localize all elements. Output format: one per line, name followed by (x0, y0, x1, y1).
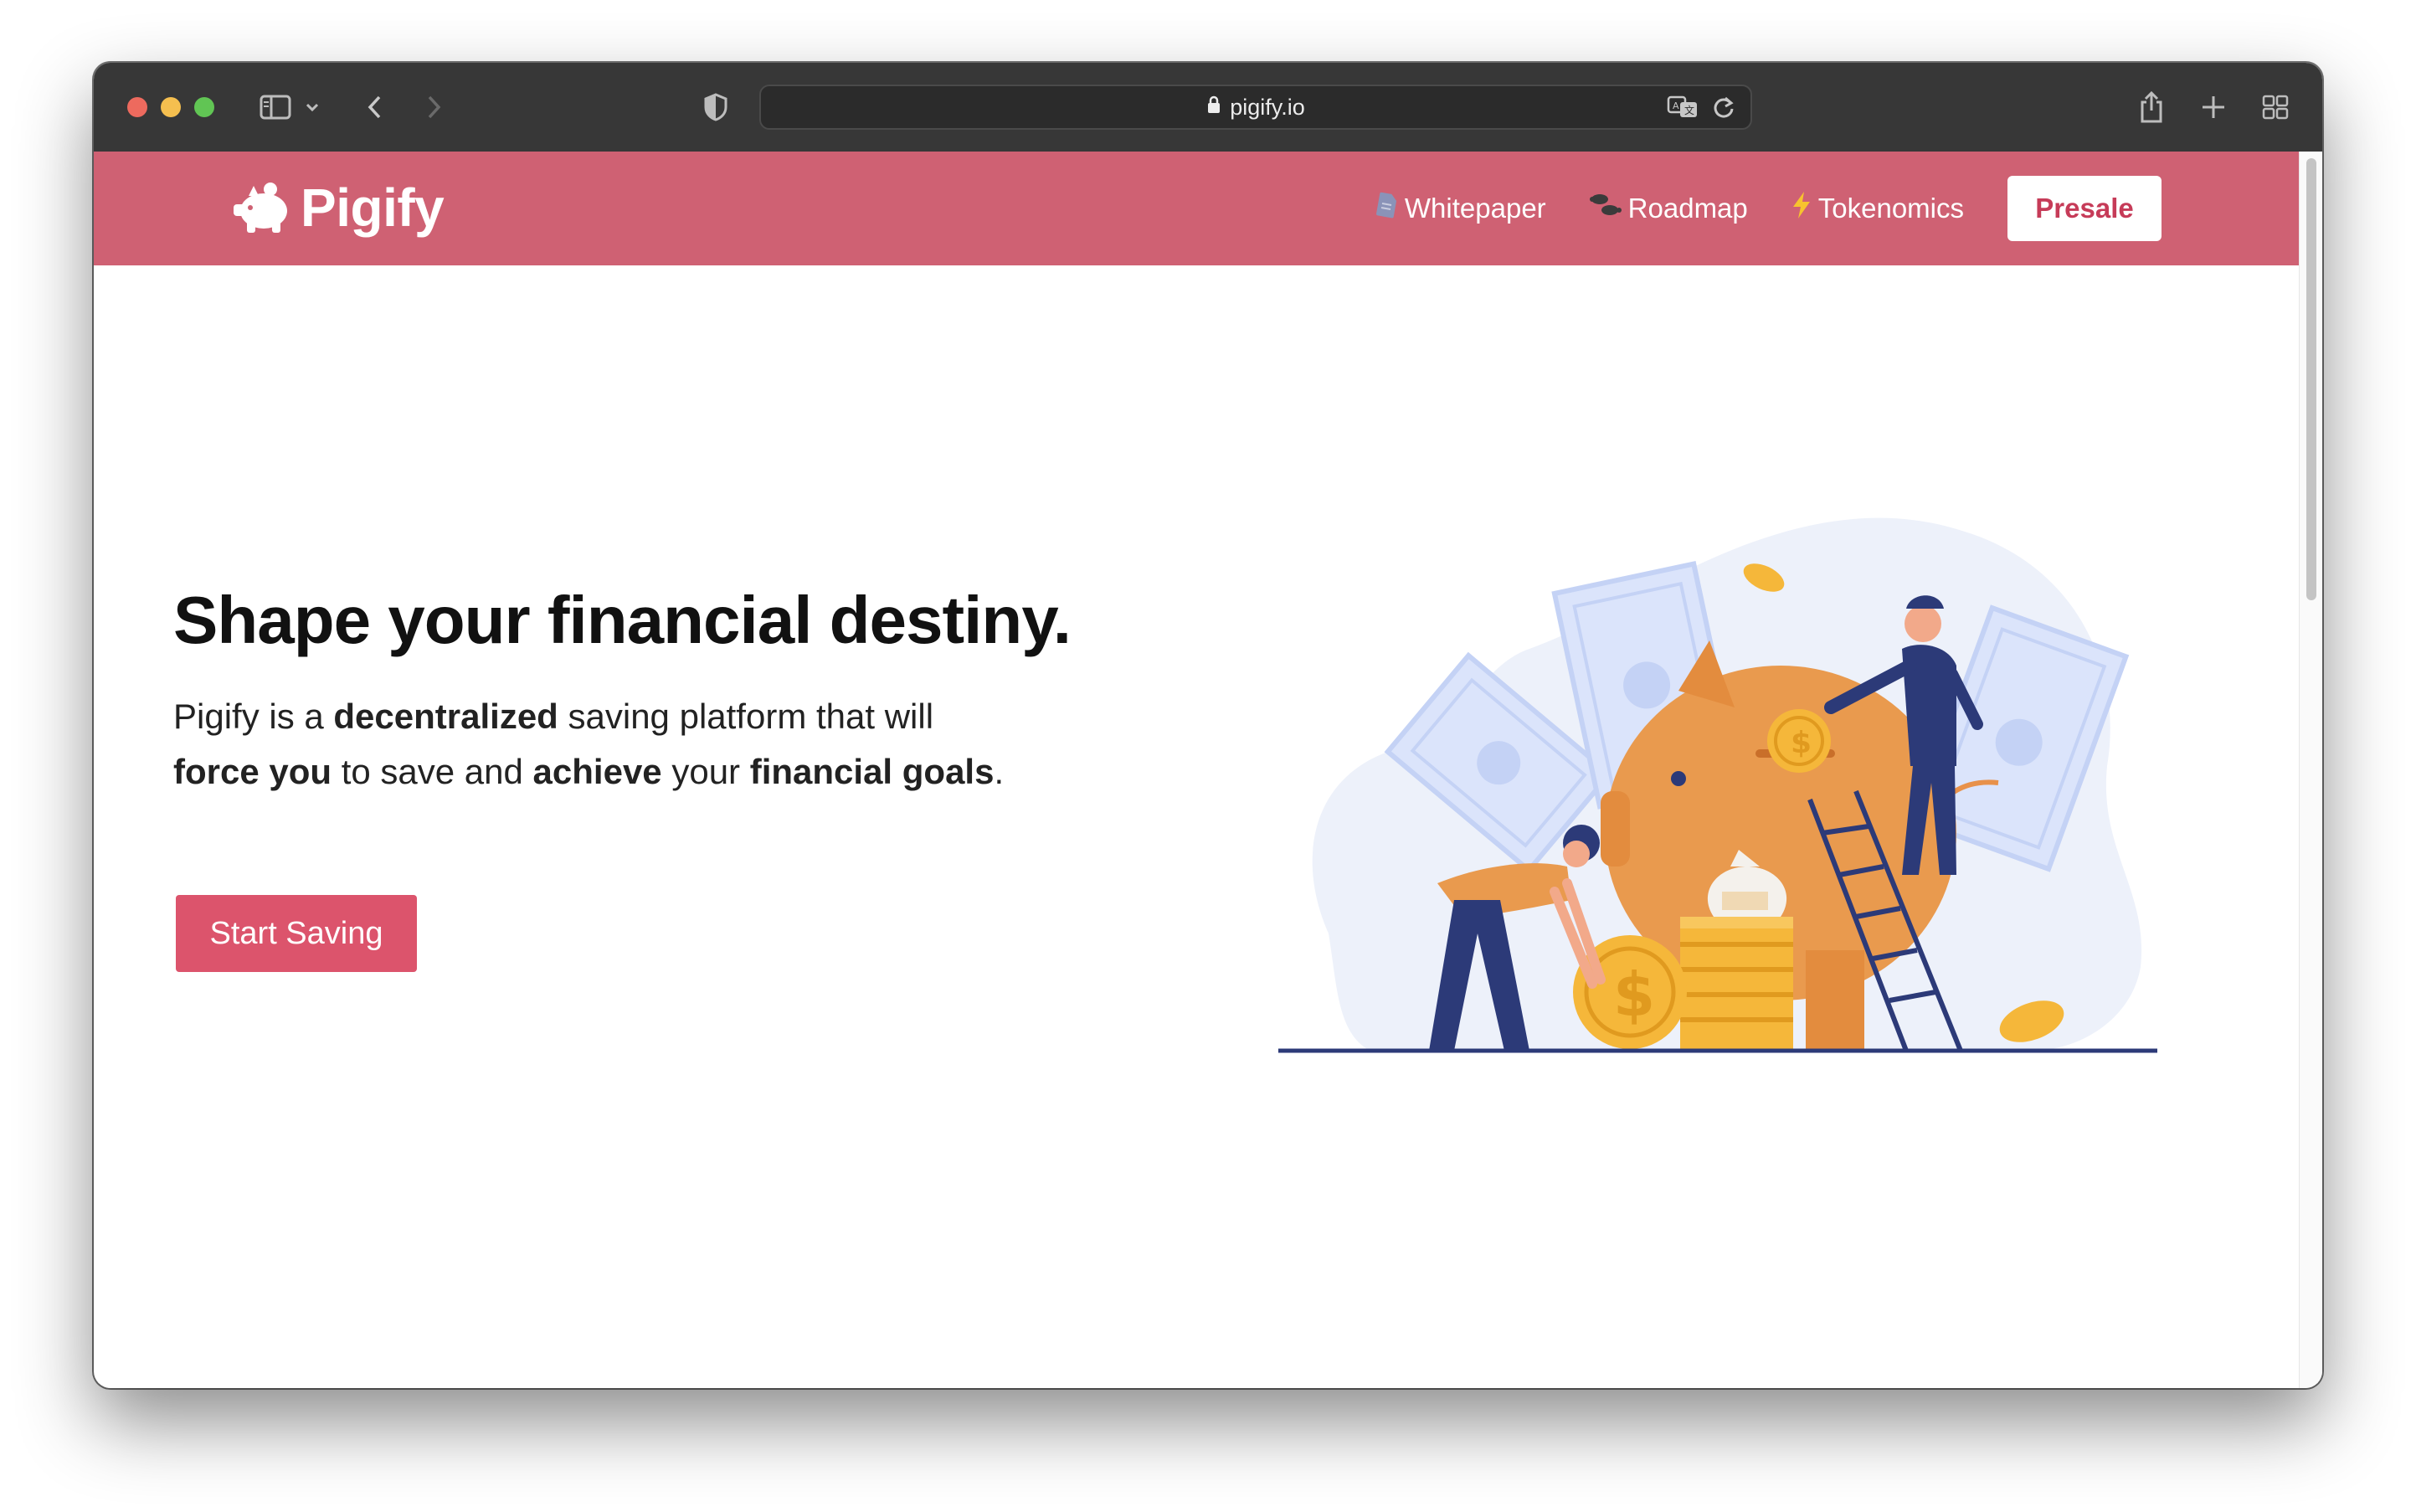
hero-text-bold: decentralized (333, 697, 558, 736)
minimize-window-button[interactable] (161, 97, 181, 117)
hero-title: Shape your financial destiny. (173, 583, 1072, 657)
svg-text:$: $ (1613, 959, 1655, 1030)
share-icon[interactable] (2136, 88, 2167, 126)
presale-button[interactable]: Presale (2007, 176, 2162, 241)
coin-slot: $ (1767, 709, 1831, 773)
shield-icon[interactable] (702, 88, 729, 126)
address-bar[interactable]: pigify.io A文 (759, 85, 1752, 130)
piggy-bank-illustration: $ $ (1278, 517, 2157, 1053)
hero-text-part: Pigify is a (173, 697, 334, 736)
hero-text-part: your (661, 752, 750, 791)
svg-text:A: A (1673, 100, 1679, 111)
reload-icon[interactable] (1712, 95, 1735, 124)
scrollbar-thumb[interactable] (2306, 158, 2316, 600)
hero-text-bold: force you (173, 752, 332, 791)
url-text: pigify.io (1230, 94, 1305, 120)
start-saving-button[interactable]: Start Saving (176, 895, 417, 972)
hero-description: Pigify is a decentralized saving platfor… (173, 689, 1010, 800)
new-tab-icon[interactable] (2198, 88, 2228, 126)
hero-text-part: to save and (332, 752, 533, 791)
nav-link-label: Whitepaper (1404, 193, 1546, 224)
nav-link-label: Tokenomics (1817, 193, 1964, 224)
browser-toolbar: pigify.io A文 (94, 63, 2322, 153)
back-icon[interactable] (363, 88, 385, 126)
sidebar-icon[interactable] (257, 88, 294, 126)
nav-link-tokenomics[interactable]: Tokenomics (1791, 191, 1964, 226)
lightning-icon (1791, 191, 1812, 226)
chevron-down-icon[interactable] (303, 88, 321, 126)
nav-link-label: Roadmap (1627, 193, 1748, 224)
document-icon (1375, 192, 1398, 225)
coin-stack (1680, 917, 1793, 1051)
tab-overview-icon[interactable] (2260, 88, 2290, 126)
nav-link-whitepaper[interactable]: Whitepaper (1375, 192, 1546, 225)
footprints-icon (1589, 192, 1622, 225)
hero-text-part: saving platform that will (558, 697, 934, 736)
hero-text-bold: financial goals (749, 752, 995, 791)
site-navbar: Pigify Whitepaper Roadmap Tokenomics Pre… (94, 152, 2299, 265)
svg-text:文: 文 (1684, 104, 1694, 116)
hero-text-part: . (994, 752, 1005, 791)
hero-text-bold: achieve (532, 752, 662, 791)
translate-icon[interactable]: A文 (1667, 95, 1700, 124)
piggy-bank-icon (230, 177, 292, 239)
browser-window: pigify.io A文 Pigify Whitepaper Roadmap T… (94, 63, 2322, 1388)
zoom-window-button[interactable] (194, 97, 214, 117)
forward-icon[interactable] (424, 88, 445, 126)
scrollbar[interactable] (2299, 152, 2322, 1388)
svg-text:$: $ (1791, 726, 1812, 760)
close-window-button[interactable] (127, 97, 147, 117)
nav-link-roadmap[interactable]: Roadmap (1589, 192, 1748, 225)
brand-name: Pigify (301, 177, 445, 238)
lock-icon (1206, 95, 1221, 121)
brand-logo[interactable]: Pigify (230, 177, 445, 239)
